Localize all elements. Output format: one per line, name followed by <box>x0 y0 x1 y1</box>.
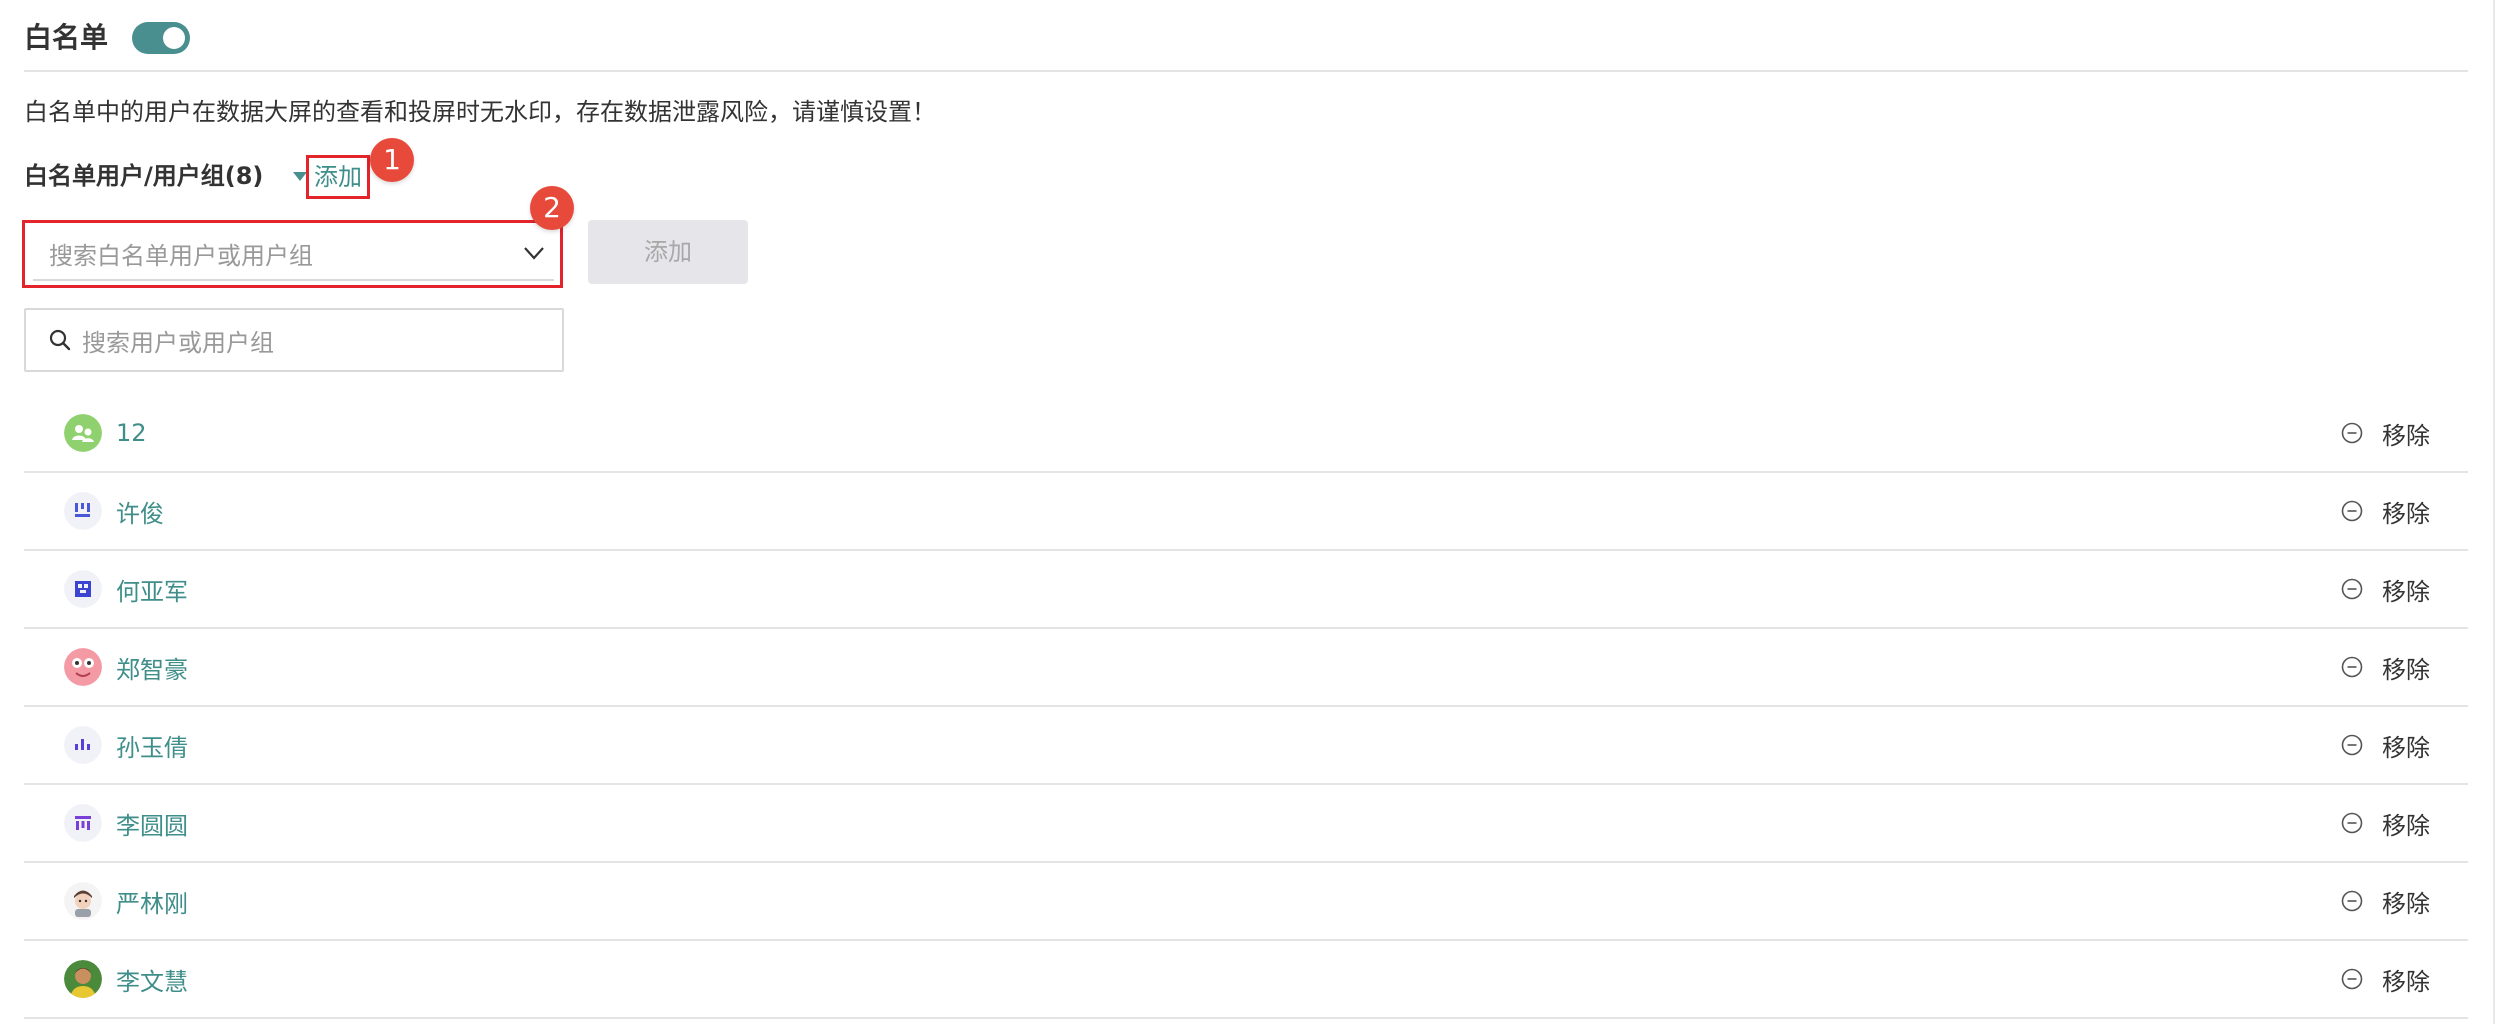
remove-button[interactable]: 移除 <box>2340 962 2430 997</box>
cartoon-avatar-icon <box>64 648 102 686</box>
member-name[interactable]: 郑智豪 <box>116 650 188 685</box>
member-name[interactable]: 12 <box>116 419 147 447</box>
remove-label: 移除 <box>2382 655 2430 684</box>
whitelist-select-highlight: 搜索白名单用户或用户组 <box>22 220 563 288</box>
member-name[interactable]: 李圆圆 <box>116 806 188 841</box>
minus-circle-icon <box>2341 734 2363 756</box>
add-member-button[interactable]: 添加 <box>588 220 748 284</box>
member-name[interactable]: 李文慧 <box>116 962 188 997</box>
whitelist-toggle[interactable] <box>132 22 191 54</box>
list-item: 李圆圆 移除 <box>24 785 2468 863</box>
search-placeholder: 搜索用户或用户组 <box>82 328 274 357</box>
pattern-avatar-icon <box>64 804 102 842</box>
select-placeholder: 搜索白名单用户或用户组 <box>49 241 313 270</box>
whitelist-member-list: 12 移除 许俊 移除 何亚军 移除 郑智豪 移除 孙玉倩 移除 李圆圆 移除 … <box>24 395 2468 1019</box>
list-item: 许俊 移除 <box>24 473 2468 551</box>
pattern-avatar-icon <box>64 726 102 764</box>
whitelist-select[interactable]: 搜索白名单用户或用户组 <box>33 227 554 281</box>
remove-button[interactable]: 移除 <box>2340 416 2430 451</box>
minus-circle-icon <box>2341 578 2363 600</box>
list-item: 严林刚 移除 <box>24 863 2468 941</box>
whitelist-header: 白名单 <box>24 16 191 60</box>
remove-label: 移除 <box>2382 889 2430 918</box>
remove-button[interactable]: 移除 <box>2340 650 2430 685</box>
remove-label: 移除 <box>2382 577 2430 606</box>
remove-button[interactable]: 移除 <box>2340 728 2430 763</box>
whitelist-title: 白名单 <box>24 21 109 54</box>
pattern-avatar-icon <box>64 570 102 608</box>
member-name[interactable]: 何亚军 <box>116 572 188 607</box>
list-item: 孙玉倩 移除 <box>24 707 2468 785</box>
whitelist-description: 白名单中的用户在数据大屏的查看和投屏时无水印，存在数据泄露风险，请谨慎设置！ <box>24 98 936 126</box>
whitelist-settings-page: 白名单 白名单中的用户在数据大屏的查看和投屏时无水印，存在数据泄露风险，请谨慎设… <box>0 0 2510 1024</box>
header-divider <box>24 70 2468 72</box>
remove-label: 移除 <box>2382 811 2430 840</box>
member-name[interactable]: 严林刚 <box>116 884 188 919</box>
chevron-down-icon <box>524 247 544 260</box>
member-name[interactable]: 孙玉倩 <box>116 728 188 763</box>
cartoon-avatar-icon <box>64 882 102 920</box>
pattern-avatar-icon <box>64 492 102 530</box>
toggle-knob <box>163 27 186 49</box>
member-name[interactable]: 许俊 <box>116 494 164 529</box>
add-link[interactable]: 添加 <box>306 155 370 199</box>
list-item: 12 移除 <box>24 395 2468 473</box>
remove-label: 移除 <box>2382 967 2430 996</box>
minus-circle-icon <box>2341 422 2363 444</box>
remove-button[interactable]: 移除 <box>2340 494 2430 529</box>
whitelist-list-header: 白名单用户/用户组(8) <box>24 158 308 194</box>
minus-circle-icon <box>2341 656 2363 678</box>
list-item: 李文慧 移除 <box>24 941 2468 1019</box>
search-icon <box>49 329 71 351</box>
list-item: 何亚军 移除 <box>24 551 2468 629</box>
list-item: 郑智豪 移除 <box>24 629 2468 707</box>
member-search-input[interactable]: 搜索用户或用户组 <box>24 308 564 372</box>
remove-button[interactable]: 移除 <box>2340 884 2430 919</box>
whitelist-list-title: 白名单用户/用户组(8) <box>24 162 264 190</box>
minus-circle-icon <box>2341 890 2363 912</box>
step-badge-1: 1 <box>370 138 414 182</box>
remove-button[interactable]: 移除 <box>2340 572 2430 607</box>
photo-avatar-icon <box>64 960 102 998</box>
minus-circle-icon <box>2341 500 2363 522</box>
group-avatar-icon <box>64 414 102 452</box>
remove-label: 移除 <box>2382 499 2430 528</box>
remove-button[interactable]: 移除 <box>2340 806 2430 841</box>
step-badge-2: 2 <box>530 186 574 230</box>
minus-circle-icon <box>2341 812 2363 834</box>
minus-circle-icon <box>2341 968 2363 990</box>
remove-label: 移除 <box>2382 733 2430 762</box>
remove-label: 移除 <box>2382 421 2430 450</box>
scroll-track <box>2493 0 2495 1024</box>
